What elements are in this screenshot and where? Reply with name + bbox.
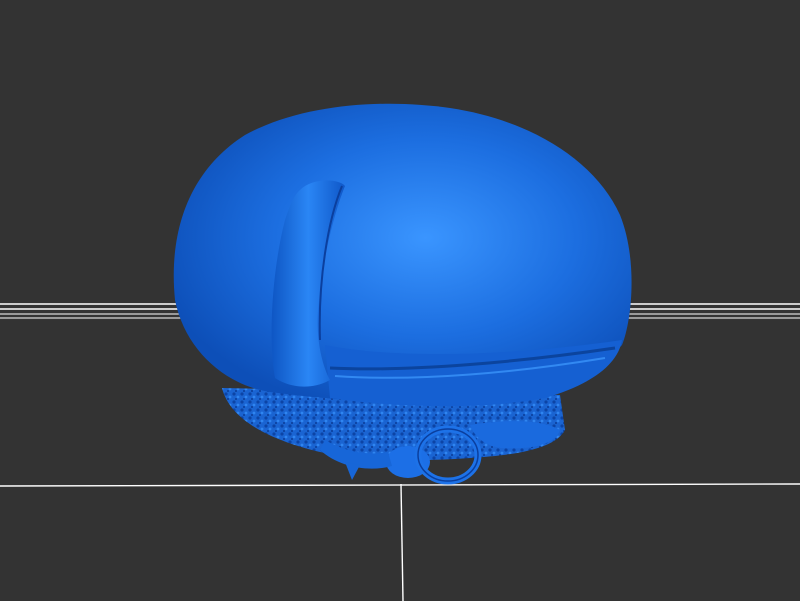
viewport-canvas[interactable] [0,0,800,601]
skull-3d-model[interactable] [173,103,632,485]
3d-viewport[interactable] [0,0,800,601]
